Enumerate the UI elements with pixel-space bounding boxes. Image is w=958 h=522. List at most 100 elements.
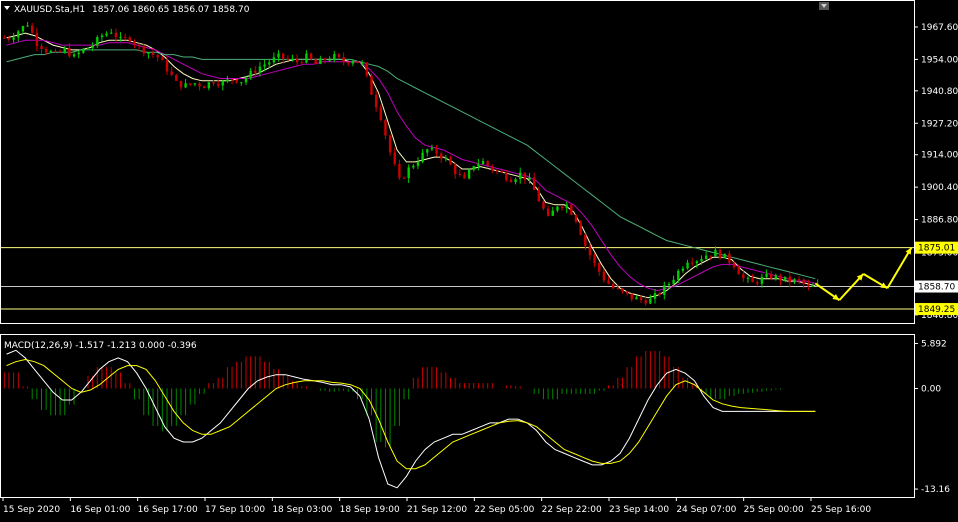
bull-candle xyxy=(147,52,150,54)
bear-candle xyxy=(68,47,71,57)
ma-mid-line xyxy=(6,39,816,292)
bear-candle xyxy=(161,57,164,61)
bear-candle xyxy=(602,271,606,281)
projection-arrows[interactable] xyxy=(814,247,913,301)
triangle-down-icon[interactable] xyxy=(4,6,10,10)
bear-candle xyxy=(44,48,48,53)
bear-candle xyxy=(142,45,145,54)
bull-candle xyxy=(714,249,717,257)
bear-candle xyxy=(495,170,499,172)
time-tick-label: 22 Sep 05:00 xyxy=(474,505,534,515)
time-tick-label: 24 Sep 07:00 xyxy=(676,505,736,515)
macd-label: MACD(12,26,9) -1.517 -1.213 0.000 -0.396 xyxy=(4,341,197,351)
bull-candle xyxy=(672,279,675,285)
bear-candle xyxy=(598,263,601,272)
bear-candle xyxy=(491,165,494,171)
bear-candle xyxy=(31,25,34,33)
bear-candle xyxy=(435,147,438,154)
bull-candle xyxy=(277,53,280,58)
bull-candle xyxy=(704,255,708,260)
chart-shift-icon[interactable] xyxy=(819,2,829,10)
bear-candle xyxy=(807,284,810,287)
bull-candle xyxy=(551,210,554,216)
bear-candle xyxy=(742,274,745,279)
time-tick-label: 22 Sep 22:00 xyxy=(542,505,602,515)
bear-candle xyxy=(286,58,290,60)
price-tick-label: 1940.80 xyxy=(921,87,958,97)
bear-candle xyxy=(295,58,299,63)
bull-candle xyxy=(96,37,99,46)
chart-canvas: 1967.60 1954.00 1940.80 1927.20 1914.00 1900.… xyxy=(0,0,958,515)
bull-candle xyxy=(472,166,475,170)
bull-candle xyxy=(444,157,448,159)
ohlc-readout: 1857.06 1860.65 1856.07 1858.70 xyxy=(92,5,250,15)
bull-candle xyxy=(110,32,113,34)
bull-candle xyxy=(556,206,559,211)
bull-candle xyxy=(700,259,703,262)
bear-candle xyxy=(709,255,712,257)
bear-candle xyxy=(440,153,443,159)
time-tick-label: 15 Sep 2020 xyxy=(3,505,60,515)
bear-candle xyxy=(300,62,303,64)
bull-candle xyxy=(77,52,80,55)
bull-candle xyxy=(412,165,415,168)
bear-candle xyxy=(532,177,536,190)
price-axis: 1967.60 1954.00 1940.80 1927.20 1914.00 1900.… xyxy=(914,23,958,321)
bear-candle xyxy=(202,86,206,89)
time-tick-label: 16 Sep 17:00 xyxy=(138,505,198,515)
bear-candle xyxy=(230,79,234,81)
price-tick-label: 1886.80 xyxy=(921,216,958,226)
bear-candle xyxy=(123,36,127,38)
bear-candle xyxy=(151,52,155,55)
bull-candle xyxy=(82,48,85,53)
bear-candle xyxy=(500,170,503,173)
candles xyxy=(3,22,819,306)
bull-candle xyxy=(723,253,726,259)
signal-line xyxy=(6,358,816,470)
bull-candle xyxy=(477,164,480,167)
bear-candle xyxy=(189,83,192,85)
bear-candle xyxy=(509,179,513,183)
bear-candle xyxy=(546,208,550,216)
bull-candle xyxy=(258,66,262,73)
bull-candle xyxy=(244,77,248,83)
bear-candle xyxy=(35,32,39,46)
bear-candle xyxy=(802,279,805,285)
projection-arrow xyxy=(886,247,913,289)
bull-candle xyxy=(319,58,322,64)
bear-candle xyxy=(58,51,62,53)
bull-candle xyxy=(416,161,420,166)
bull-candle xyxy=(263,64,266,67)
bear-candle xyxy=(398,163,401,178)
time-tick-label: 25 Sep 16:00 xyxy=(811,505,871,515)
bear-candle xyxy=(523,172,527,180)
bull-candle xyxy=(793,279,796,283)
bull-candle xyxy=(26,25,29,27)
bull-candle xyxy=(184,83,187,88)
bear-candle xyxy=(314,59,317,64)
bear-candle xyxy=(458,173,462,175)
bear-candle xyxy=(254,70,257,73)
macd-tick-label: 0.00 xyxy=(921,384,941,394)
bull-candle xyxy=(467,169,471,179)
price-tag-label: 1875.01 xyxy=(918,244,955,254)
bear-candle xyxy=(560,206,564,208)
bull-candle xyxy=(91,45,94,48)
bear-candle xyxy=(593,255,596,264)
bear-candle xyxy=(356,61,359,63)
bear-candle xyxy=(737,267,740,275)
bull-candle xyxy=(407,167,410,178)
bull-candle xyxy=(649,298,652,304)
bear-candle xyxy=(281,53,285,59)
bear-candle xyxy=(374,94,378,108)
bear-candle xyxy=(379,107,382,120)
bear-candle xyxy=(54,51,57,53)
time-tick-label: 25 Sep 00:00 xyxy=(744,505,804,515)
bull-candle xyxy=(21,26,25,32)
bear-candle xyxy=(732,262,736,268)
bear-candle xyxy=(625,291,629,294)
bear-candle xyxy=(579,221,582,235)
bull-candle xyxy=(481,161,485,165)
bull-candle xyxy=(207,82,211,89)
bull-candle xyxy=(360,62,364,64)
